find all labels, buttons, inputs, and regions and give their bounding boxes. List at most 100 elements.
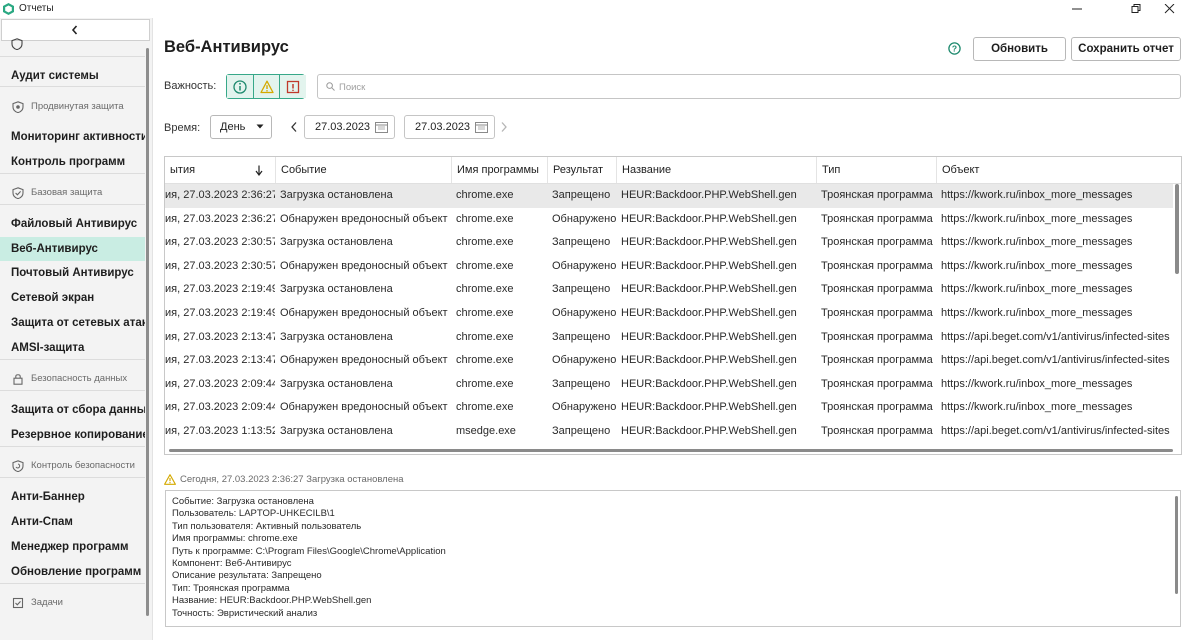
sidebar-item-19[interactable]: Обновление программ xyxy=(0,560,145,584)
table-row[interactable]: ия, 27.03.2023 2:13:47 Загрузка остановле… xyxy=(165,326,1173,350)
sidebar-item-label: Анти-Баннер xyxy=(11,491,85,503)
severity-info-toggle[interactable] xyxy=(227,75,253,98)
table-row[interactable]: ия, 27.03.2023 2:30:57 Загрузка остановле… xyxy=(165,231,1173,255)
column-header-time[interactable]: ытия xyxy=(165,157,275,183)
detail-line: Пользователь: LAPTOP-UHKECILB\1 xyxy=(172,508,335,520)
next-date-button[interactable] xyxy=(499,121,509,133)
info-icon xyxy=(233,80,247,94)
cell-name: HEUR:Backdoor.PHP.WebShell.gen xyxy=(621,354,797,367)
cell-object: https://kwork.ru/inbox_more_messages xyxy=(941,212,1133,225)
sidebar-item-13[interactable]: Защита от сбора данных xyxy=(0,398,145,422)
cell-result: Запрещено xyxy=(552,425,611,437)
sidebar-group-2: Продвинутая защита xyxy=(0,95,145,119)
shield-check-icon xyxy=(12,187,24,199)
date-to-field[interactable]: 27.03.2023 xyxy=(404,115,495,139)
sidebar-item-label: Резервное копирование xyxy=(11,429,145,441)
cell-result: Запрещено xyxy=(552,377,611,390)
sidebar-item-6[interactable]: Файловый Антивирус xyxy=(0,212,145,236)
sidebar-item-label: Защита от сетевых атак xyxy=(11,317,145,329)
table-row[interactable]: ия, 27.03.2023 2:36:27 Обнаружен вредонос… xyxy=(165,208,1173,232)
cell-result: Запрещено xyxy=(552,283,611,296)
calendar-icon[interactable] xyxy=(475,121,488,133)
search-input[interactable] xyxy=(337,77,1161,98)
cell-program: chrome.exe xyxy=(456,283,514,296)
sidebar-item-label: Контроль программ xyxy=(11,156,126,168)
sidebar-item-17[interactable]: Анти-Спам xyxy=(0,510,145,534)
cell-object: https://kwork.ru/inbox_more_messages xyxy=(941,283,1133,296)
sidebar-item-8[interactable]: Почтовый Антивирус xyxy=(0,261,145,285)
sidebar-item-label: Сетевой экран xyxy=(11,292,95,304)
table-vertical-scrollbar[interactable] xyxy=(1175,184,1179,274)
severity-critical-toggle[interactable] xyxy=(279,75,306,98)
table-row[interactable]: ия, 27.03.2023 2:19:49 Загрузка остановле… xyxy=(165,278,1173,302)
sidebar-item-9[interactable]: Сетевой экран xyxy=(0,286,145,310)
date-from-field[interactable]: 27.03.2023 xyxy=(304,115,395,139)
column-header-type[interactable]: Тип xyxy=(816,157,936,183)
cell-time: ия, 27.03.2023 2:30:57 xyxy=(165,259,275,272)
column-header-object[interactable]: Объект xyxy=(936,157,1181,183)
restore-icon xyxy=(1131,4,1141,13)
search-box xyxy=(317,74,1181,99)
sidebar-item-label: Мониторинг активности xyxy=(11,131,145,143)
cell-event: Загрузка остановлена xyxy=(280,236,393,249)
column-header-program[interactable]: Имя программы xyxy=(451,157,547,183)
sidebar-item-14[interactable]: Резервное копирование xyxy=(0,423,145,447)
cell-result: Обнаружено xyxy=(552,259,616,272)
sidebar-divider xyxy=(0,583,145,584)
cell-type: Троянская программа xyxy=(821,236,933,249)
sort-arrow-down-icon[interactable] xyxy=(255,165,263,176)
sidebar-item-protection[interactable] xyxy=(0,32,145,56)
table-row[interactable]: ия, 27.03.2023 2:30:57 Обнаружен вредонос… xyxy=(165,255,1173,279)
help-icon[interactable]: ? xyxy=(948,42,961,55)
sidebar-item-3[interactable]: Мониторинг активности xyxy=(0,125,145,149)
column-header-event[interactable]: Событие xyxy=(275,157,451,183)
cell-type: Троянская программа xyxy=(821,283,933,296)
sidebar-group-label: Задачи xyxy=(31,597,63,608)
refresh-button[interactable]: Обновить xyxy=(973,37,1066,61)
sidebar-item-label: Аудит системы xyxy=(11,70,99,82)
sidebar-group-15: Контроль безопасности xyxy=(0,454,145,478)
detail-panel[interactable]: Событие: Загрузка остановлена Пользовател… xyxy=(165,490,1181,627)
table-row[interactable]: ия, 27.03.2023 2:09:44 Загрузка остановле… xyxy=(165,373,1173,397)
save-report-button[interactable]: Сохранить отчет xyxy=(1071,37,1181,61)
detail-header-text: Сегодня, 27.03.2023 2:36:27 Загрузка ост… xyxy=(180,474,404,485)
cell-result: Обнаружено xyxy=(552,212,616,225)
table-horizontal-scrollbar[interactable] xyxy=(169,449,1173,452)
svg-text:?: ? xyxy=(952,44,957,54)
column-header-name[interactable]: Название xyxy=(616,157,816,183)
table-row[interactable]: ия, 27.03.2023 1:13:52 Загрузка остановле… xyxy=(165,420,1173,444)
column-header-result[interactable]: Результат xyxy=(547,157,616,183)
sidebar-item-10[interactable]: Защита от сетевых атак xyxy=(0,311,145,335)
sidebar-divider xyxy=(0,173,145,174)
close-button[interactable] xyxy=(1147,0,1193,18)
column-header-label: Результат xyxy=(553,164,604,176)
sidebar-item-7[interactable]: Веб-Антивирус xyxy=(0,237,145,261)
cell-time: ия, 27.03.2023 2:09:44 xyxy=(165,401,275,414)
table-row[interactable]: ия, 27.03.2023 2:19:49 Обнаружен вредонос… xyxy=(165,302,1173,326)
severity-filter xyxy=(226,74,306,99)
sidebar-scrollbar[interactable] xyxy=(146,48,149,616)
sidebar-item-4[interactable]: Контроль программ xyxy=(0,150,145,174)
minimize-button[interactable] xyxy=(1054,0,1100,18)
cell-name: HEUR:Backdoor.PHP.WebShell.gen xyxy=(621,259,797,272)
sidebar-item-11[interactable]: AMSI-защита xyxy=(0,336,145,360)
sidebar-group-label: Продвинутая защита xyxy=(31,101,124,112)
sidebar-item-1[interactable]: Аудит системы xyxy=(0,64,145,88)
date-to-value: 27.03.2023 xyxy=(415,121,471,133)
table-row[interactable]: ия, 27.03.2023 2:09:44 Обнаружен вредонос… xyxy=(165,396,1173,420)
cell-object: https://kwork.ru/inbox_more_messages xyxy=(941,401,1133,414)
cell-time: ия, 27.03.2023 1:13:52 xyxy=(165,425,275,437)
sidebar-item-18[interactable]: Менеджер программ xyxy=(0,535,145,559)
detail-scrollbar[interactable] xyxy=(1175,496,1178,594)
period-select[interactable]: День xyxy=(210,115,272,139)
calendar-icon[interactable] xyxy=(375,121,388,133)
column-header-label: Событие xyxy=(281,164,327,176)
sidebar-divider xyxy=(0,56,145,57)
severity-warning-toggle[interactable] xyxy=(253,75,280,98)
sidebar-group-20[interactable]: Задачи xyxy=(0,591,145,615)
cell-object: https://kwork.ru/inbox_more_messages xyxy=(941,259,1133,272)
sidebar-item-16[interactable]: Анти-Баннер xyxy=(0,485,145,509)
table-row[interactable]: ия, 27.03.2023 2:36:27 Загрузка остановле… xyxy=(165,184,1173,208)
previous-date-button[interactable] xyxy=(289,121,299,133)
table-row[interactable]: ия, 27.03.2023 2:13:47 Обнаружен вредонос… xyxy=(165,349,1173,373)
